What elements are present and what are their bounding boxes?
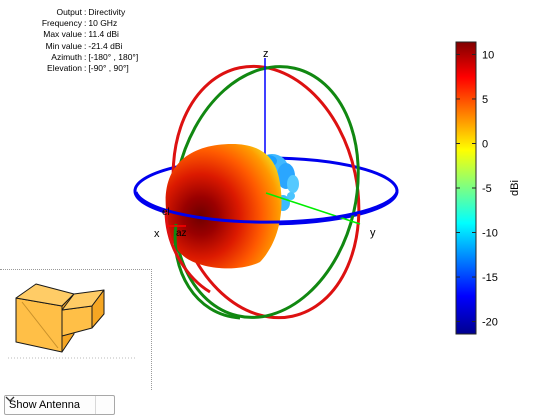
az-label: az — [176, 228, 187, 239]
main-lobe — [165, 144, 282, 269]
colorbar-tick-label: -10 — [482, 228, 498, 240]
antenna-preview-panel — [0, 269, 152, 390]
show-antenna-dropdown[interactable]: Show Antenna — [4, 395, 115, 415]
colorbar-tick-label: 5 — [482, 94, 488, 106]
colorbar-tick-label: -20 — [482, 317, 498, 329]
el-label: el — [162, 207, 170, 218]
y-axis-label: y — [370, 227, 376, 239]
colorbar-tick-label: 0 — [482, 138, 488, 150]
colorbar-tick-label: -5 — [482, 183, 492, 195]
horn-antenna-icon — [8, 283, 136, 359]
x-axis-label: x — [154, 228, 160, 240]
chevron-down-icon[interactable] — [5, 396, 114, 414]
dropdown-selected-value: Show Antenna — [9, 399, 80, 411]
colorbar-tick-label: 10 — [482, 49, 494, 61]
z-axis-label: z — [263, 48, 269, 60]
colorbar-label: dBi — [509, 180, 521, 196]
colorbar-tick-label: -15 — [482, 272, 498, 284]
